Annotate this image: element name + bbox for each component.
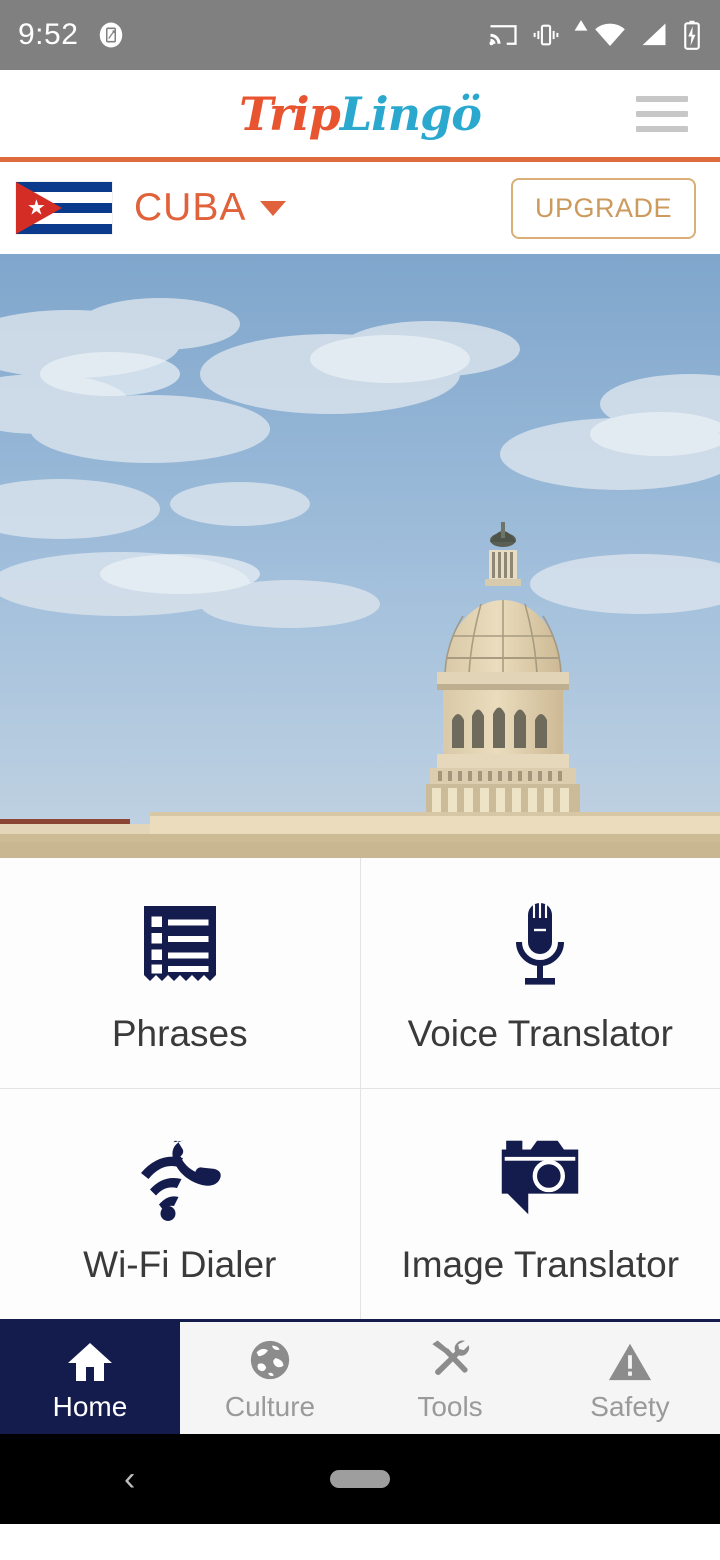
country-selector-bar: ★ CUBA UPGRADE — [0, 162, 720, 254]
upgrade-button[interactable]: UPGRADE — [510, 177, 696, 239]
flag-star: ★ — [27, 196, 46, 220]
phrase-list-icon — [132, 891, 228, 999]
tab-label: Culture — [224, 1391, 316, 1422]
back-chevron-icon[interactable]: ‹ — [124, 1462, 135, 1496]
app-logo: TripLingö — [239, 91, 482, 137]
camera-bubble-glyph — [502, 1140, 579, 1215]
feature-grid: Phrases Voice Translator Wi-Fi Dialer Im… — [0, 858, 720, 1319]
feature-label: Wi-Fi Dialer — [83, 1244, 277, 1285]
feature-label: Image Translator — [401, 1244, 680, 1285]
app-screen: 9:52 TripLingö ★ CUBA UPGRADE Phrases Vo… — [0, 0, 720, 1560]
warning-triangle-glyph — [608, 1343, 652, 1381]
home-icon — [66, 1333, 114, 1383]
hero-image-capitolio — [0, 254, 720, 858]
logo-text-primary: Trip — [239, 86, 341, 141]
hamburger-menu-icon[interactable] — [636, 95, 688, 132]
tab-tools[interactable]: Tools — [360, 1322, 540, 1434]
battery-charging-icon — [684, 20, 700, 50]
tab-label: Home — [52, 1391, 128, 1422]
tab-home[interactable]: Home — [0, 1322, 180, 1434]
phrase-list-glyph — [143, 906, 216, 981]
hamburger-bar — [636, 110, 688, 117]
microphone-icon — [497, 891, 583, 999]
feature-voice-translator[interactable]: Voice Translator — [360, 858, 720, 1088]
cellular-signal-icon — [642, 23, 666, 46]
android-navigation-bar: ‹ — [0, 1434, 720, 1524]
chevron-down-icon[interactable] — [260, 200, 287, 216]
status-bar-clock: 9:52 — [18, 18, 79, 51]
home-pill-indicator[interactable] — [330, 1470, 390, 1488]
logo-text-secondary: Lingö — [339, 86, 482, 141]
hamburger-bar — [636, 95, 688, 102]
tab-label: Tools — [417, 1391, 483, 1422]
microphone-glyph — [516, 903, 565, 985]
tab-culture[interactable]: Culture — [180, 1322, 360, 1434]
hero-facade — [0, 834, 720, 858]
cuba-flag-icon: ★ — [16, 182, 112, 234]
feature-wifi-dialer[interactable]: Wi-Fi Dialer — [0, 1089, 360, 1319]
cast-icon — [489, 25, 517, 46]
camera-bubble-icon — [490, 1122, 590, 1230]
selected-country-label[interactable]: CUBA — [134, 186, 246, 230]
app-header: TripLingö — [0, 70, 720, 162]
wifi-phone-icon — [130, 1122, 230, 1230]
tab-safety[interactable]: Safety — [540, 1322, 720, 1434]
bottom-tab-bar: Home Culture Tools Safety — [0, 1319, 720, 1434]
feature-image-translator[interactable]: Image Translator — [360, 1089, 720, 1319]
hamburger-bar — [636, 125, 688, 132]
tools-glyph — [432, 1340, 470, 1375]
wifi-icon — [595, 23, 625, 47]
triangle-up-icon — [574, 20, 588, 31]
status-bar-right-icons — [488, 20, 702, 50]
status-bar: 9:52 — [0, 0, 720, 70]
globe-icon — [247, 1333, 293, 1383]
feature-label: Phrases — [111, 1013, 248, 1054]
feature-phrases[interactable]: Phrases — [0, 858, 360, 1088]
home-glyph — [68, 1343, 112, 1381]
wifi-phone-glyph — [140, 1140, 221, 1221]
status-bar-left-icons — [96, 20, 126, 50]
globe-glyph — [250, 1340, 290, 1380]
warning-triangle-icon — [607, 1333, 653, 1383]
screenshot-icon — [100, 22, 123, 48]
feature-label: Voice Translator — [407, 1013, 673, 1054]
tools-icon — [426, 1333, 474, 1383]
tab-label: Safety — [590, 1391, 670, 1422]
vibrate-icon — [533, 24, 559, 46]
